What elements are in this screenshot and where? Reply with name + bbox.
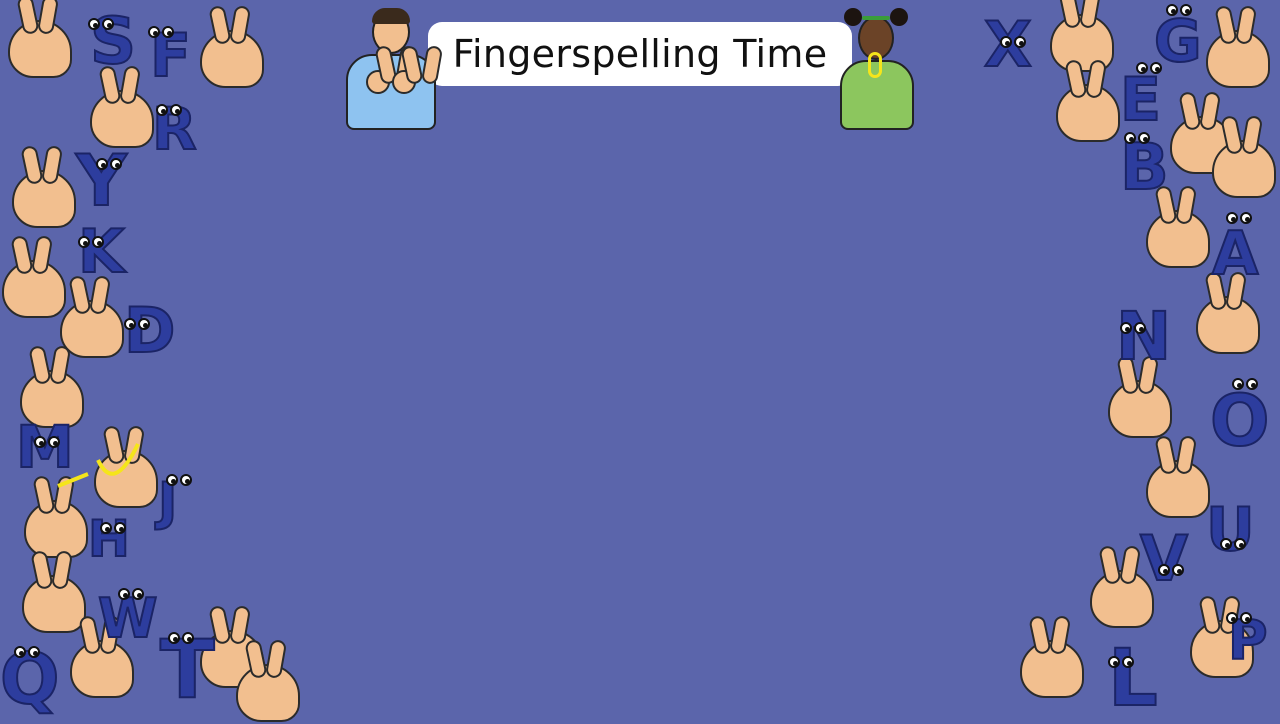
letter-b: B bbox=[1119, 131, 1170, 205]
hand-shape bbox=[1146, 210, 1210, 268]
letter-d: D bbox=[123, 294, 176, 367]
letter-a: A bbox=[1211, 219, 1259, 289]
title-banner: Fingerspelling Time bbox=[428, 22, 852, 86]
hand-shape bbox=[236, 664, 300, 722]
letter-o: O bbox=[1209, 380, 1270, 462]
hand-shape bbox=[1020, 640, 1084, 698]
letter-k: K bbox=[77, 217, 125, 287]
letter-w: W bbox=[97, 587, 159, 650]
hand-shape bbox=[1212, 140, 1276, 198]
page-title: Fingerspelling Time bbox=[452, 32, 828, 76]
hand-shape bbox=[200, 30, 264, 88]
hand-shape bbox=[8, 20, 72, 78]
right-hand-alphabet-border: X G E B A N O U V P L bbox=[970, 0, 1280, 720]
letter-u: U bbox=[1205, 495, 1256, 565]
letter-n: N bbox=[1115, 298, 1172, 375]
hand-shape bbox=[24, 500, 88, 558]
hand-shape bbox=[22, 575, 86, 633]
girl-signer-illustration bbox=[836, 4, 916, 130]
hand-shape bbox=[1146, 460, 1210, 518]
hand-shape bbox=[1196, 296, 1260, 354]
hand-shape bbox=[60, 300, 124, 358]
letter-l: L bbox=[1107, 634, 1159, 724]
letter-y: Y bbox=[75, 140, 128, 222]
hand-shape bbox=[2, 260, 66, 318]
boy-signer-illustration bbox=[340, 4, 442, 130]
letter-v: V bbox=[1139, 522, 1189, 595]
hand-shape bbox=[1056, 84, 1120, 142]
hand-shape bbox=[1206, 30, 1270, 88]
letter-e: E bbox=[1119, 65, 1162, 135]
hand-shape bbox=[12, 170, 76, 228]
hand-shape bbox=[1108, 380, 1172, 438]
motion-arrow-icon bbox=[57, 443, 140, 488]
left-hand-alphabet-border: S F R Y K D M J H W Q T bbox=[0, 0, 310, 722]
